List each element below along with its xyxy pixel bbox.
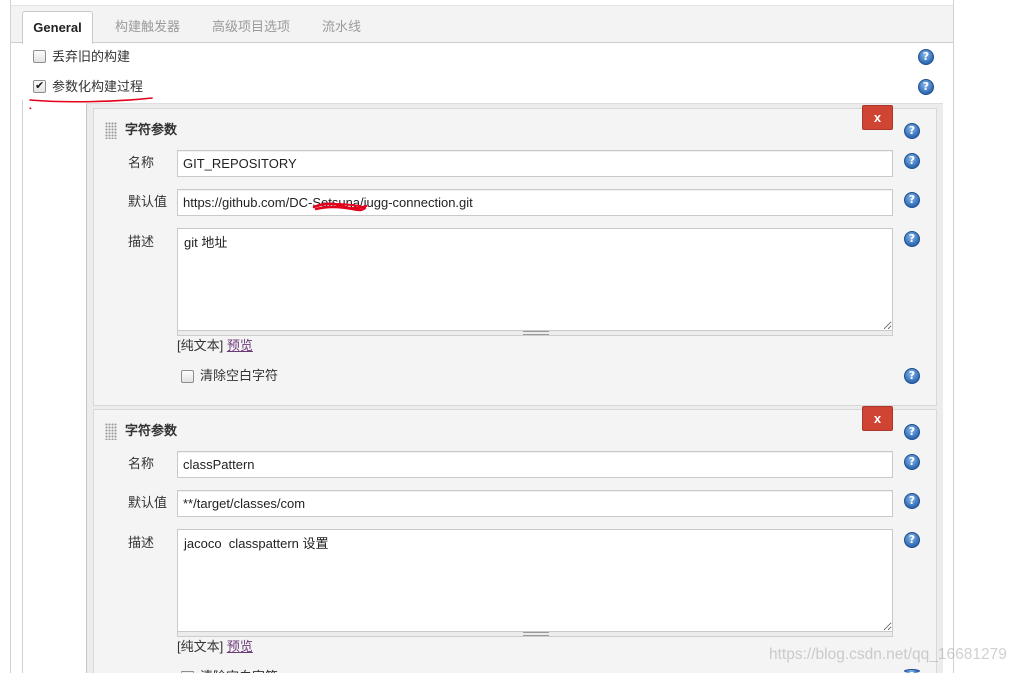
help-icon[interactable]: ?	[904, 231, 920, 247]
tab-advanced-options[interactable]: 高级项目选项	[212, 19, 290, 35]
trim-whitespace-checkbox[interactable]	[181, 370, 194, 383]
jenkins-config-page: General 构建触发器 高级项目选项 流水线 丢弃旧的构建 ? 参数化构建过…	[0, 0, 1023, 673]
help-icon[interactable]: ?	[904, 532, 920, 548]
plain-text-format-label: [纯文本]	[177, 639, 224, 654]
page-left-border	[10, 0, 11, 673]
help-icon[interactable]: ?	[904, 192, 920, 208]
description-textarea[interactable]: jacoco classpattern 设置	[177, 529, 893, 632]
description-format-line: [纯文本] 预览	[177, 639, 253, 655]
drag-handle-icon[interactable]	[105, 423, 117, 440]
grip-lines-icon	[523, 632, 549, 636]
help-icon[interactable]: ?	[904, 669, 920, 673]
help-icon[interactable]: ?	[904, 123, 920, 139]
help-icon[interactable]: ?	[904, 493, 920, 509]
red-scribble-annotation	[312, 202, 368, 212]
help-icon[interactable]: ?	[904, 424, 920, 440]
name-input[interactable]	[177, 150, 893, 177]
default-value-label: 默认值	[128, 194, 168, 209]
name-input[interactable]	[177, 451, 893, 478]
help-icon[interactable]: ?	[904, 368, 920, 384]
description-format-line: [纯文本] 预览	[177, 338, 253, 354]
grip-lines-icon	[523, 331, 549, 335]
help-icon[interactable]: ?	[918, 49, 934, 65]
textarea-resize-handle[interactable]	[177, 331, 893, 336]
help-icon[interactable]: ?	[918, 79, 934, 95]
parameter-type-title: 字符参数	[125, 122, 178, 137]
default-value-input[interactable]	[177, 490, 893, 517]
description-textarea[interactable]: git 地址	[177, 228, 893, 331]
description-label: 描述	[128, 234, 155, 249]
string-parameter-block: 字符参数 x ? 名称 ? 默认值 ? 描述 jacoco classpatte…	[93, 406, 937, 673]
name-label: 名称	[128, 456, 155, 471]
trim-whitespace-label: 清除空白字符	[200, 669, 278, 673]
discard-old-builds-checkbox[interactable]	[33, 50, 46, 63]
tab-pipeline[interactable]: 流水线	[322, 19, 361, 35]
textarea-resize-handle[interactable]	[177, 632, 893, 637]
default-value-input[interactable]	[177, 189, 893, 216]
plain-text-format-label: [纯文本]	[177, 338, 224, 353]
tab-build-triggers[interactable]: 构建触发器	[115, 19, 180, 35]
description-label: 描述	[128, 535, 155, 550]
watermark-text: https://blog.csdn.net/qq_16681279	[769, 646, 1007, 663]
string-parameter-block: 字符参数 x ? 名称 ? 默认值 ? 描述 git 地址 ? [纯文本] 预览…	[93, 105, 937, 406]
default-value-label: 默认值	[128, 495, 168, 510]
page-right-border	[953, 0, 954, 673]
discard-old-builds-label: 丢弃旧的构建	[52, 49, 131, 64]
delete-parameter-button[interactable]: x	[862, 105, 893, 130]
preview-link[interactable]: 预览	[227, 338, 253, 353]
tab-general[interactable]: General	[22, 11, 93, 44]
name-label: 名称	[128, 155, 155, 170]
help-icon[interactable]: ?	[904, 454, 920, 470]
help-icon[interactable]: ?	[904, 153, 920, 169]
delete-parameter-button[interactable]: x	[862, 406, 893, 431]
parameter-type-title: 字符参数	[125, 423, 178, 438]
nested-section-border	[22, 100, 23, 673]
preview-link[interactable]: 预览	[227, 639, 253, 654]
trim-whitespace-label: 清除空白字符	[200, 368, 279, 383]
drag-handle-icon[interactable]	[105, 122, 117, 139]
